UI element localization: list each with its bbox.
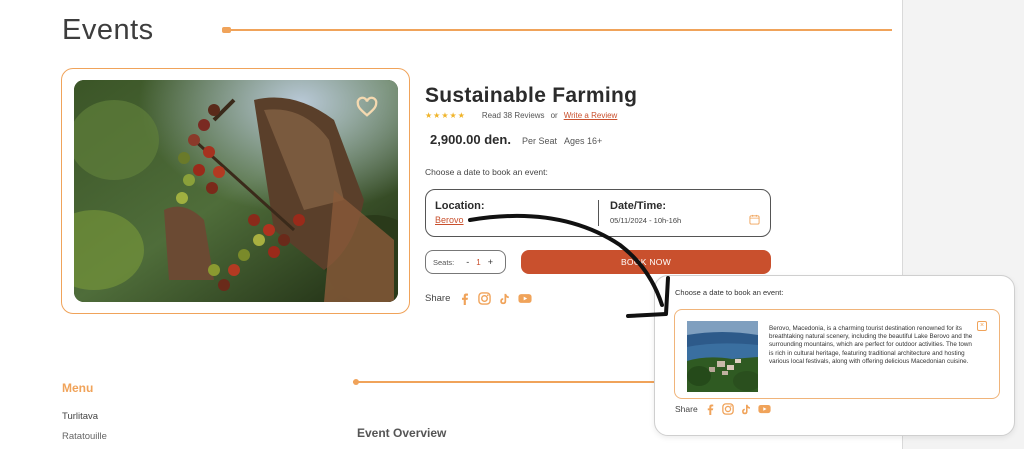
event-title: Sustainable Farming <box>425 84 638 107</box>
reviews-link[interactable]: Read 38 Reviews <box>482 111 545 120</box>
or-text: or <box>550 111 558 120</box>
popup-choose-date-text: Choose a date to book an event: <box>675 288 784 297</box>
menu-item-turlitava[interactable]: Turlitava <box>62 411 98 422</box>
seats-stepper: Seats: - 1 + <box>425 250 506 274</box>
menu-heading: Menu <box>62 381 94 395</box>
tiktok-icon[interactable] <box>499 293 510 305</box>
title-divider <box>222 27 892 33</box>
location-card: Berovo, Macedonia, is a charming tourist… <box>674 309 1000 399</box>
seats-quantity: 1 <box>476 257 481 267</box>
heart-icon[interactable] <box>356 96 378 118</box>
instagram-icon[interactable] <box>721 403 734 415</box>
youtube-icon[interactable] <box>518 293 532 304</box>
datetime-label: Date/Time: <box>610 200 667 212</box>
age-restriction: Ages 16+ <box>564 136 603 146</box>
location-info-popup: Choose a date to book an event: Berovo, … <box>654 275 1015 436</box>
write-review-link[interactable]: Write a Review <box>564 111 618 120</box>
selector-divider <box>598 200 599 226</box>
book-now-button[interactable]: BOOK NOW <box>521 250 771 274</box>
per-seat-label: Per Seat <box>522 136 558 146</box>
event-overview-heading: Event Overview <box>357 426 447 440</box>
instagram-icon[interactable] <box>478 292 492 305</box>
event-photo[interactable] <box>74 80 398 302</box>
seats-decrement-button[interactable]: - <box>466 257 469 267</box>
share-label: Share <box>425 293 451 304</box>
seats-label: Seats: <box>433 257 455 267</box>
page-title: Events <box>62 14 154 46</box>
berovo-photo <box>687 321 758 392</box>
datetime-value[interactable]: 05/11/2024 - 10h-16h <box>610 216 681 225</box>
seats-increment-button[interactable]: + <box>488 257 493 267</box>
rating-row: ★★★★★ Read 38 Reviews or Write a Review <box>425 111 617 120</box>
facebook-icon[interactable] <box>706 403 715 415</box>
carousel-dots[interactable] <box>280 304 305 309</box>
facebook-icon[interactable] <box>460 293 470 305</box>
event-price: 2,900.00 den. <box>430 132 511 147</box>
youtube-icon[interactable] <box>758 404 771 414</box>
location-date-selector: Location: Berovo Date/Time: 05/11/2024 -… <box>425 189 771 237</box>
share-row: Share <box>425 292 540 305</box>
location-label: Location: <box>435 200 485 212</box>
popup-share-label: Share <box>675 404 698 414</box>
location-link[interactable]: Berovo <box>435 215 464 225</box>
location-description: Berovo, Macedonia, is a charming tourist… <box>769 325 973 365</box>
menu-item-ratatouille[interactable]: Ratatouille <box>62 431 107 442</box>
calendar-icon[interactable] <box>749 214 760 225</box>
choose-date-text: Choose a date to book an event: <box>425 167 548 177</box>
tiktok-icon[interactable] <box>741 404 751 415</box>
popup-share-row: Share <box>675 403 778 415</box>
rating-stars: ★★★★★ <box>425 111 466 120</box>
close-icon[interactable]: × <box>977 321 987 331</box>
